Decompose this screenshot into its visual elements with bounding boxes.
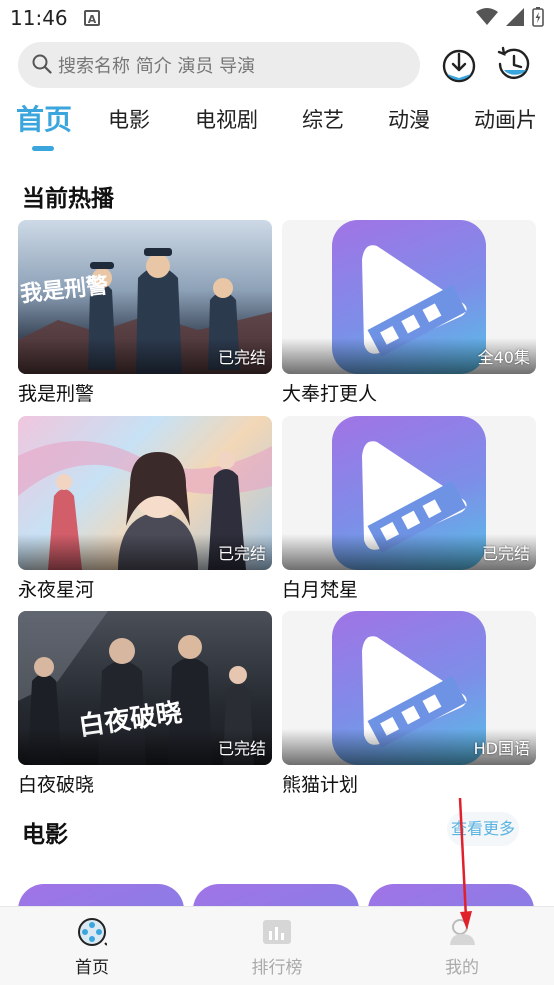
film-reel-icon [78, 918, 108, 946]
notification-icon: A [84, 10, 100, 26]
tab-home[interactable]: 首页 [16, 98, 72, 138]
bar-chart-icon [263, 920, 291, 944]
video-card[interactable]: 我是刑警 已完结 我是刑警 [18, 220, 272, 406]
search-bar[interactable] [18, 42, 420, 90]
video-card[interactable]: 全40集 大奉打更人 [282, 220, 536, 406]
video-card[interactable]: 已完结 永夜星河 [18, 416, 272, 602]
status-badge: 已完结 [217, 739, 266, 758]
status-badge: 已完结 [217, 544, 266, 563]
tab-cartoon[interactable]: 动画片 [474, 104, 537, 134]
poster-image: 白夜破晓 已完结 [18, 611, 272, 765]
video-card[interactable]: 白夜破晓 已完结 白夜破晓 [18, 611, 272, 797]
video-card[interactable]: HD国语 熊猫计划 [282, 611, 536, 797]
video-title: 大奉打更人 [282, 383, 378, 405]
nav-label: 首页 [75, 958, 109, 978]
tab-variety[interactable]: 综艺 [302, 104, 344, 134]
placeholder-poster: HD国语 [282, 611, 536, 765]
section-title-movies: 电影 [22, 822, 68, 848]
nav-ranking[interactable]: 排行榜 [232, 917, 322, 978]
placeholder-poster: 已完结 [282, 416, 536, 570]
search-icon [32, 54, 52, 74]
tab-anime[interactable]: 动漫 [388, 104, 430, 134]
video-title: 我是刑警 [18, 383, 95, 405]
status-time: 11:46 [10, 6, 68, 30]
status-badge: 已完结 [217, 348, 266, 367]
status-bar: 11:46 A [0, 0, 554, 36]
status-badge: HD国语 [473, 739, 530, 758]
download-icon[interactable] [439, 44, 479, 84]
signal-icon [506, 8, 524, 26]
wifi-icon [476, 8, 498, 25]
active-tab-indicator [32, 146, 54, 151]
video-title: 永夜星河 [18, 579, 95, 601]
nav-label: 我的 [445, 958, 479, 978]
see-more-button[interactable]: 查看更多 [447, 812, 519, 846]
video-title: 白月梵星 [282, 579, 359, 601]
tab-tv-series[interactable]: 电视剧 [195, 104, 258, 134]
profile-icon [450, 919, 475, 945]
battery-icon [532, 7, 544, 27]
history-icon[interactable] [494, 44, 534, 84]
nav-label: 排行榜 [251, 958, 303, 978]
bottom-navigation: 首页 排行榜 我的 [0, 906, 554, 985]
section-title-hot: 当前热播 [22, 186, 114, 212]
video-title: 熊猫计划 [282, 774, 359, 796]
video-title: 白夜破晓 [18, 774, 95, 796]
category-tabs: 首页 电影 电视剧 综艺 动漫 动画片 [0, 98, 554, 154]
poster-image: 我是刑警 已完结 [18, 220, 272, 374]
poster-image: 已完结 [18, 416, 272, 570]
placeholder-poster: 全40集 [282, 220, 536, 374]
tab-movies[interactable]: 电影 [108, 104, 150, 134]
status-badge: 全40集 [477, 348, 530, 367]
system-icons [476, 7, 544, 27]
nav-home[interactable]: 首页 [47, 917, 137, 978]
status-badge: 已完结 [481, 544, 530, 563]
video-card[interactable]: 已完结 白月梵星 [282, 416, 536, 602]
nav-mine[interactable]: 我的 [417, 917, 507, 978]
search-input[interactable] [56, 42, 410, 90]
